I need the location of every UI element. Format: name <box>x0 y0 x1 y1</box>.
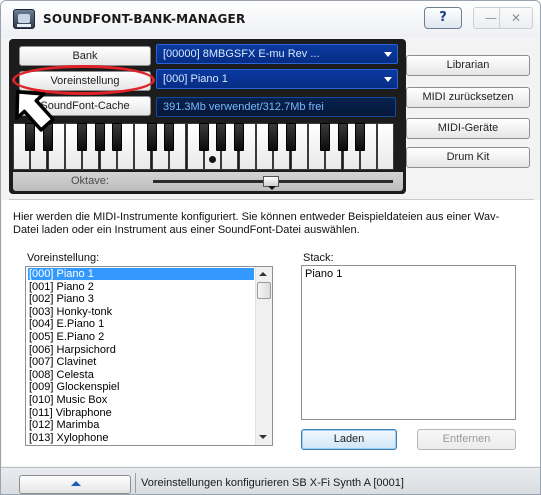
app-window: SOUNDFONT-BANK-MANAGER ? — ✕ Bank Vorein… <box>0 0 541 495</box>
piano-black-key[interactable] <box>285 123 296 151</box>
preset-list-item[interactable]: [005] E.Piano 2 <box>28 331 254 343</box>
preset-list-item[interactable]: [002] Piano 3 <box>28 293 254 305</box>
stack-item[interactable]: Piano 1 <box>305 268 342 280</box>
expand-button[interactable] <box>19 475 131 494</box>
window-title: SOUNDFONT-BANK-MANAGER <box>43 12 246 26</box>
preset-list-item[interactable]: [006] Harpsichord <box>28 344 254 356</box>
piano-white-key[interactable] <box>377 123 395 170</box>
piano-black-key[interactable] <box>77 123 88 151</box>
piano-black-key[interactable] <box>268 123 279 151</box>
bank-button[interactable]: Bank <box>19 46 151 66</box>
piano-black-key[interactable] <box>198 123 209 151</box>
piano-black-key[interactable] <box>320 123 331 151</box>
status-divider <box>135 473 136 493</box>
preset-dropdown[interactable]: [000] Piano 1 <box>156 69 398 89</box>
preset-dropdown-value: [000] Piano 1 <box>163 73 228 85</box>
help-button[interactable]: ? <box>424 7 462 29</box>
piano-keyboard[interactable] <box>13 123 403 170</box>
piano-black-key[interactable] <box>164 123 175 151</box>
midi-devices-button[interactable]: MIDI-Geräte <box>406 118 530 139</box>
preset-list-item[interactable]: [009] Glockenspiel <box>28 381 254 393</box>
description-text: Hier werden die MIDI-Instrumente konfigu… <box>13 211 500 236</box>
preset-list-item[interactable]: [010] Music Box <box>28 394 254 406</box>
stack-label: Stack: <box>303 252 334 264</box>
stack-listbox[interactable]: Piano 1 <box>301 265 516 420</box>
piano-black-key[interactable] <box>355 123 365 151</box>
librarian-button[interactable]: Librarian <box>406 55 530 76</box>
slider-pointer-icon <box>268 186 276 190</box>
title-bar: SOUNDFONT-BANK-MANAGER ? — ✕ <box>1 1 540 37</box>
bank-dropdown[interactable]: [00000] 8MBGSFX E-mu Rev ... <box>156 44 398 64</box>
octave-label: Oktave: <box>71 175 109 187</box>
close-button[interactable]: ✕ <box>499 7 533 29</box>
preset-list-item[interactable]: [013] Xylophone <box>28 432 254 444</box>
preset-list-label: Voreinstellung: <box>27 252 100 264</box>
piano-black-key[interactable] <box>337 123 348 151</box>
preset-list-item[interactable]: [000] Piano 1 <box>28 268 254 280</box>
preset-list-item[interactable]: [004] E.Piano 1 <box>28 318 254 330</box>
memory-status-text: 391.3Mb verwendet/312.7Mb frei <box>163 101 324 113</box>
preset-list-item[interactable]: [003] Honky-tonk <box>28 306 254 318</box>
pointer-hand-icon <box>15 90 55 132</box>
preset-list-item[interactable]: [007] Clavinet <box>28 356 254 368</box>
scroll-up-icon[interactable] <box>259 272 267 276</box>
piano-black-key[interactable] <box>146 123 157 151</box>
load-button[interactable]: Laden <box>301 429 397 450</box>
preset-list-item[interactable]: [001] Piano 2 <box>28 281 254 293</box>
chevron-down-icon <box>384 77 392 82</box>
bank-dropdown-value: [00000] 8MBGSFX E-mu Rev ... <box>163 48 320 60</box>
chevron-up-icon <box>71 481 81 486</box>
preset-list-item[interactable]: [011] Vibraphone <box>28 407 254 419</box>
piano-black-key[interactable] <box>112 123 123 151</box>
scroll-down-icon[interactable] <box>259 435 267 439</box>
preset-list-item[interactable]: [012] Marimba <box>28 419 254 431</box>
status-text: Voreinstellungen konfigurieren SB X-Fi S… <box>141 477 404 489</box>
scroll-thumb[interactable] <box>257 282 271 299</box>
midi-reset-button[interactable]: MIDI zurücksetzen <box>406 87 530 108</box>
preset-list-item[interactable]: [008] Celesta <box>28 369 254 381</box>
drum-kit-button[interactable]: Drum Kit <box>406 147 530 168</box>
preset-listbox[interactable]: [000] Piano 1 [001] Piano 2 [002] Piano 3[… <box>25 266 273 446</box>
preset-scrollbar[interactable] <box>255 267 272 445</box>
memory-status-display: 391.3Mb verwendet/312.7Mb frei <box>156 97 396 117</box>
piano-black-key[interactable] <box>216 123 227 151</box>
piano-black-key[interactable] <box>233 123 244 151</box>
chevron-down-icon <box>384 52 392 57</box>
middle-c-marker-icon <box>208 156 216 163</box>
piano-black-key[interactable] <box>94 123 105 151</box>
soundfont-app-icon <box>13 9 35 29</box>
remove-button: Entfernen <box>417 429 516 450</box>
